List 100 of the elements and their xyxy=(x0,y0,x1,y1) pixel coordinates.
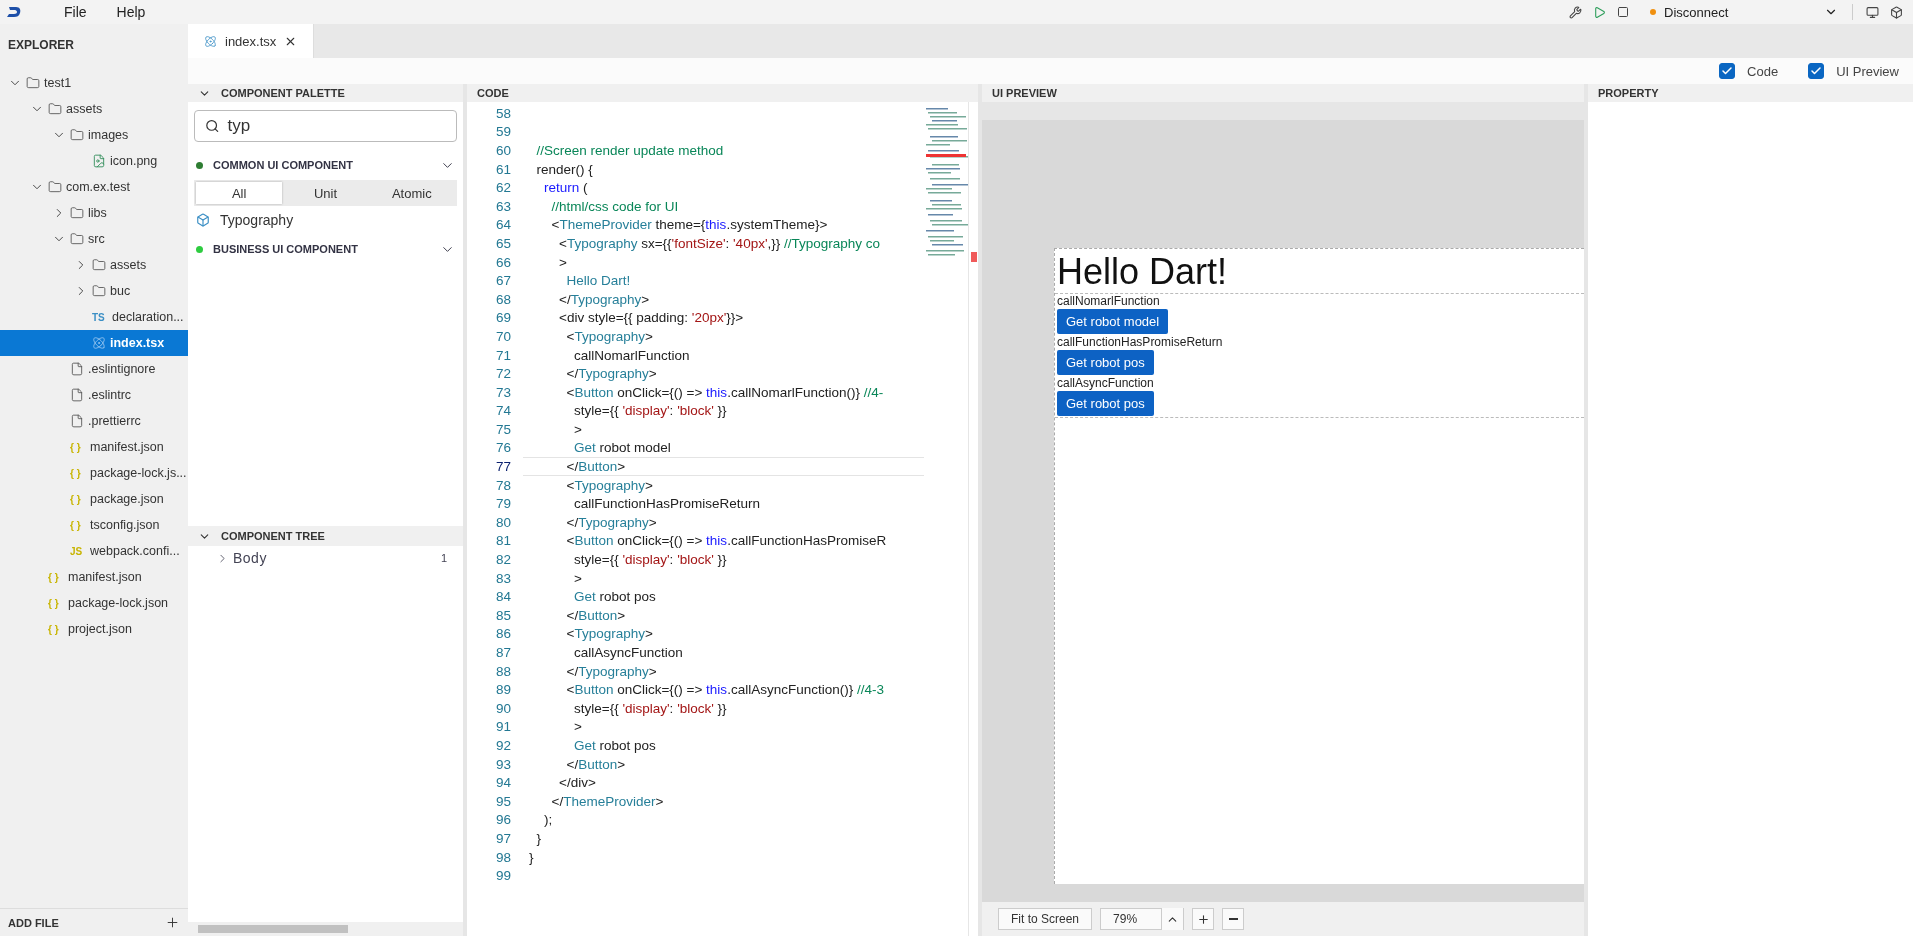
code-line: Hello Dart! xyxy=(565,272,632,290)
file-type-icon: { } xyxy=(70,519,86,531)
code-line: > xyxy=(558,253,568,272)
file-tree-item[interactable]: buc xyxy=(0,278,188,304)
preview-button[interactable]: Get robot pos xyxy=(1057,391,1154,416)
palette-item[interactable]: Typography xyxy=(188,206,463,234)
file-type-icon: { } xyxy=(70,441,86,453)
zoom-out-button[interactable] xyxy=(1222,908,1245,930)
file-tree-item[interactable]: .eslintignore xyxy=(0,356,188,382)
preview-label: callAsyncFunction xyxy=(1057,376,1154,391)
file-tree-item[interactable]: JS webpack.confi... xyxy=(0,538,188,564)
code-line: > xyxy=(573,569,583,588)
tree-node[interactable]: Body 1 xyxy=(188,546,463,570)
file-tree-item[interactable]: assets xyxy=(0,252,188,278)
code-line: Get robot pos xyxy=(573,737,657,755)
checkbox[interactable] xyxy=(1719,63,1736,79)
preview-button[interactable]: Get robot pos xyxy=(1057,350,1154,375)
file-tree-item[interactable]: { } package-lock.json xyxy=(0,590,188,616)
file-icon xyxy=(70,362,84,376)
atom-icon xyxy=(92,336,106,350)
explorer-title: EXPLORER xyxy=(7,37,75,54)
line-number: 66 xyxy=(494,254,511,270)
panel-header: PROPERTY xyxy=(1588,84,1913,102)
line-number: 73 xyxy=(494,384,511,400)
code-line: ); xyxy=(543,811,554,830)
panel-header[interactable]: COMPONENT PALETTE xyxy=(188,84,463,102)
line-number: 65 xyxy=(494,235,511,251)
line-number: 83 xyxy=(494,570,511,586)
line-number: 95 xyxy=(494,793,511,809)
file-tree-item[interactable]: { } package.json xyxy=(0,486,188,512)
code-line: style={{ 'display': 'block' }} xyxy=(573,699,728,718)
code-line: callFunctionHasPromiseReturn xyxy=(573,495,762,514)
preview-button[interactable]: Get robot model xyxy=(1057,309,1169,334)
code-line: > xyxy=(573,420,583,439)
preview-label: callFunctionHasPromiseReturn xyxy=(1057,335,1223,350)
zoom-field[interactable]: 79% xyxy=(1100,908,1185,930)
code-line: </div> xyxy=(558,774,597,792)
section-header[interactable]: BUSINESS UI COMPONENT xyxy=(188,234,463,264)
zoom-in-button[interactable] xyxy=(1192,908,1215,930)
file-tree-item[interactable]: src xyxy=(0,226,188,252)
line-number: 78 xyxy=(494,477,511,493)
line-number: 59 xyxy=(494,124,511,140)
panel-header[interactable]: COMPONENT TREE xyxy=(188,526,463,546)
code-line: style={{ 'display': 'block' }} xyxy=(573,551,728,569)
error-marker xyxy=(971,252,977,262)
connection-dropdown[interactable]: Disconnect xyxy=(1644,2,1844,22)
line-number: 71 xyxy=(494,347,511,363)
menu-item[interactable]: Help xyxy=(106,4,164,20)
code-line: <Typography sx={{'fontSize': '40px',}} //Typography co xyxy=(558,234,882,253)
code-line: </ThemeProvider> xyxy=(550,792,665,811)
line-number: 92 xyxy=(494,738,511,753)
filter-tab[interactable]: All xyxy=(196,182,283,204)
menu-item[interactable]: File xyxy=(54,4,105,20)
code-line: style={{ 'display': 'block' }} xyxy=(573,402,728,421)
panel-header: UI PREVIEW xyxy=(982,84,1584,102)
file-tree-item[interactable]: com.ex.test xyxy=(0,174,188,200)
line-number: 96 xyxy=(494,812,511,828)
file-tree-item[interactable]: images xyxy=(0,122,188,148)
cube-icon xyxy=(196,213,210,227)
code-line: </Button> xyxy=(565,606,627,625)
code-line: } xyxy=(535,829,542,848)
line-number: 86 xyxy=(494,626,511,642)
horizontal-scrollbar[interactable] xyxy=(188,922,463,936)
file-tree-item[interactable]: index.tsx xyxy=(0,330,188,356)
file-tree-item[interactable]: { } manifest.json xyxy=(0,434,188,460)
file-tree-item[interactable]: test1 xyxy=(0,70,188,96)
code-line: </Typography> xyxy=(565,365,658,383)
line-number: 81 xyxy=(494,533,511,549)
code-line: </Typography> xyxy=(558,290,651,309)
file-tree-item[interactable]: TS declaration... xyxy=(0,304,188,330)
app-logo xyxy=(6,6,22,18)
file-type-icon: TS xyxy=(92,311,108,323)
line-number: 88 xyxy=(494,663,511,679)
line-number: 89 xyxy=(494,682,511,698)
folder-icon xyxy=(70,232,84,246)
fit-to-screen-button[interactable]: Fit to Screen xyxy=(998,908,1093,930)
editor-tab[interactable]: index.tsx xyxy=(188,24,315,58)
file-tree-item[interactable]: libs xyxy=(0,200,188,226)
line-number: 87 xyxy=(494,645,511,660)
file-tree-item[interactable]: { } package-lock.js... xyxy=(0,460,188,486)
section-header[interactable]: COMMON UI COMPONENT xyxy=(188,150,463,180)
line-number: 75 xyxy=(494,421,511,437)
code-line: Get robot model xyxy=(573,439,672,458)
line-number: 72 xyxy=(494,366,511,382)
file-tree-item[interactable]: { } manifest.json xyxy=(0,564,188,590)
file-tree-item[interactable]: { } tsconfig.json xyxy=(0,512,188,538)
code-line: <Button onClick={() => this.callNomarlFunction()} //4- xyxy=(565,383,885,402)
file-tree-item[interactable]: .eslintrc xyxy=(0,382,188,408)
search-field[interactable]: typ xyxy=(194,110,457,142)
file-tree-item[interactable]: icon.png xyxy=(0,148,188,174)
filter-tab[interactable]: Atomic xyxy=(368,182,455,204)
file-tree-item[interactable]: .prettierrc xyxy=(0,408,188,434)
file-tree-item[interactable]: { } project.json xyxy=(0,616,188,642)
filter-tab[interactable]: Unit xyxy=(282,182,369,204)
line-number: 76 xyxy=(494,440,511,456)
add-file-button[interactable] xyxy=(165,915,180,930)
checkbox[interactable] xyxy=(1808,63,1825,79)
file-tree-item[interactable]: assets xyxy=(0,96,188,122)
code-line: <div style={{ padding: '20px'}}> xyxy=(558,309,745,328)
line-number: 79 xyxy=(494,496,511,512)
